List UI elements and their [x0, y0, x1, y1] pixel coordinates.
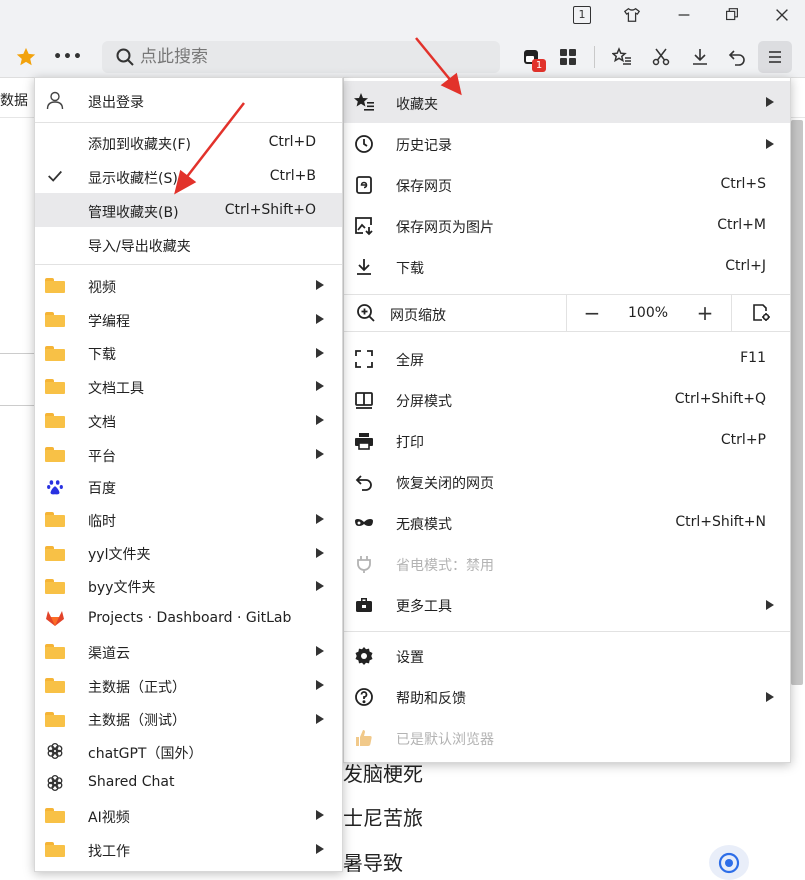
- annotation-arrows: [174, 37, 462, 195]
